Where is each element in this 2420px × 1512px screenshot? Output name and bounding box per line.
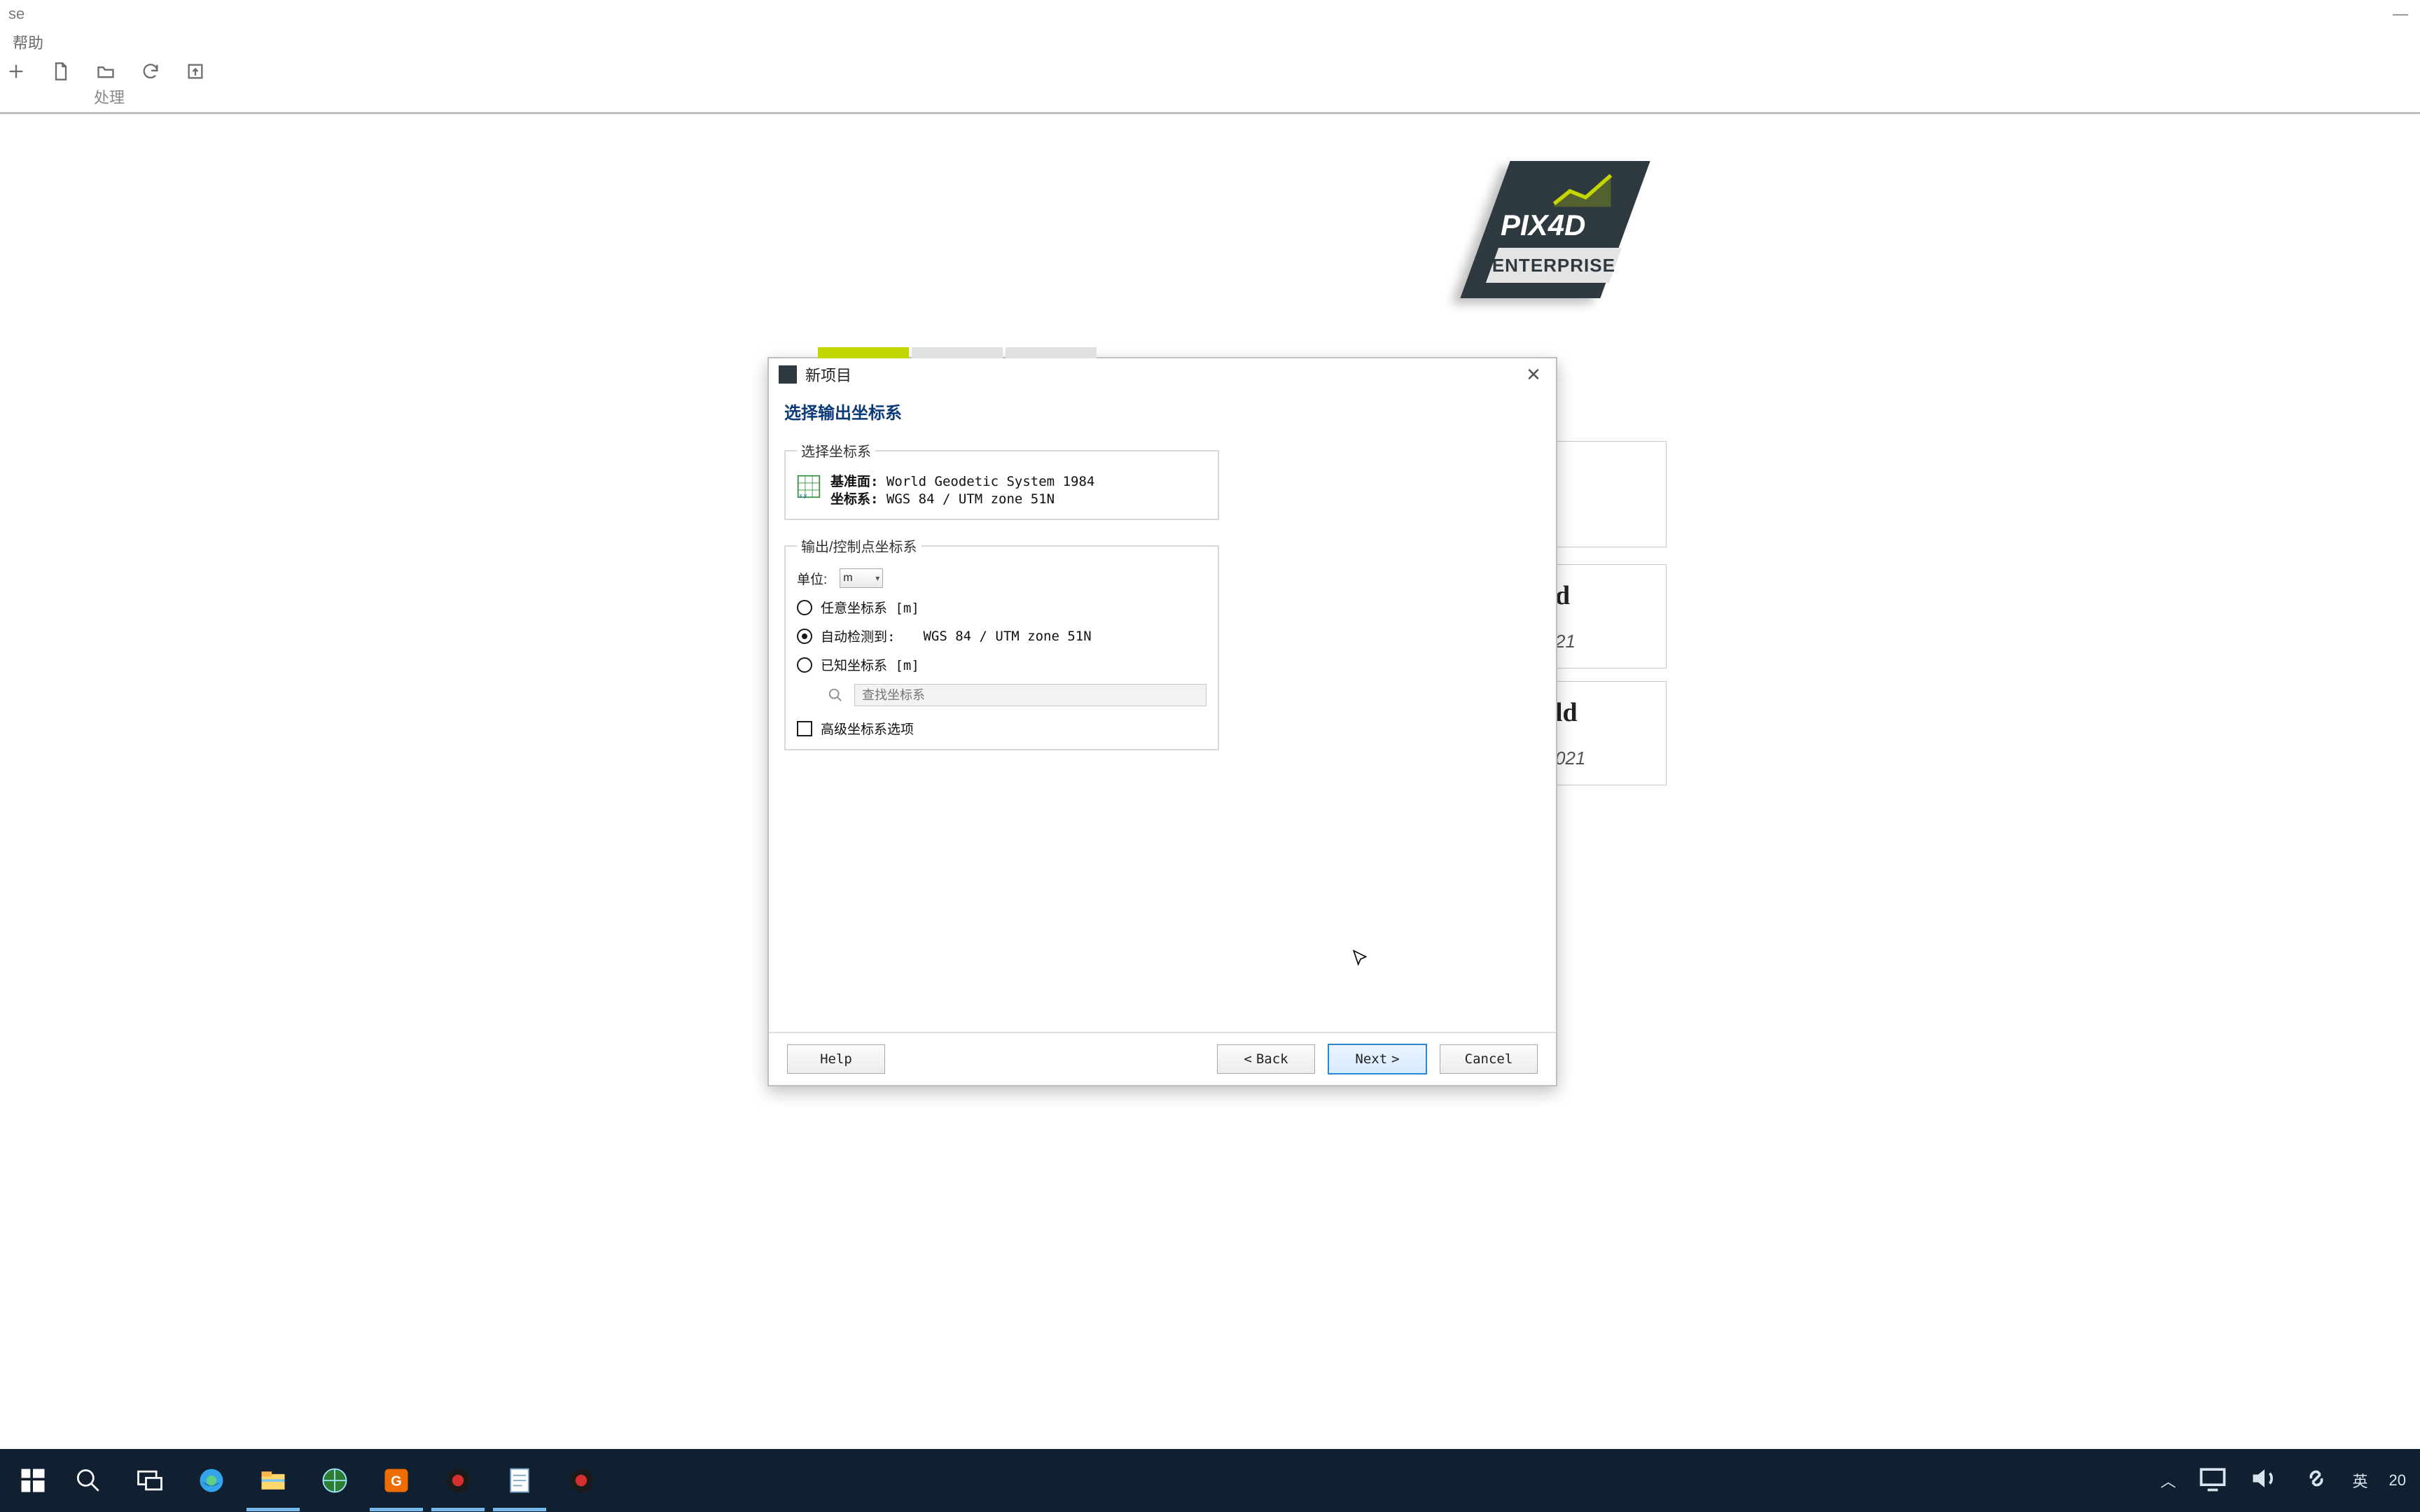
- group-selected-cs-legend: 选择坐标系: [797, 440, 875, 461]
- ime-mode: 英: [2353, 1469, 2368, 1492]
- menubar: 帮助: [0, 28, 2420, 56]
- cs-value: WGS 84 / UTM zone 51N: [886, 491, 1055, 507]
- document-icon[interactable]: [49, 59, 73, 83]
- task-record-app-1[interactable]: [427, 1450, 489, 1511]
- svg-text:G: G: [391, 1474, 402, 1489]
- tab-process[interactable]: 处理: [81, 85, 137, 112]
- cursor-icon: [1351, 949, 1370, 967]
- dialog-title: 新项目: [805, 363, 851, 386]
- new-project-dialog: 新项目 ✕ 选择输出坐标系 选择坐标系 x y: [767, 357, 1557, 1086]
- radio-any-cs[interactable]: 任意坐标系 [m]: [797, 598, 1206, 617]
- unit-value: m: [843, 572, 852, 584]
- wizard-step: [1006, 347, 1097, 358]
- titlebar: se —: [0, 0, 2420, 28]
- taskbar: G ︿ 英 20: [0, 1449, 2420, 1512]
- toolbar: [0, 56, 2420, 87]
- radio-any-label: 任意坐标系 [m]: [821, 598, 919, 617]
- close-button[interactable]: ✕: [1521, 362, 1546, 387]
- tray-volume-icon[interactable]: [2249, 1463, 2280, 1498]
- dialog-body: 选择输出坐标系 选择坐标系 x y 基准面:: [769, 391, 1556, 1032]
- search-cs-input: [854, 684, 1206, 706]
- cancel-button-label: Cancel: [1465, 1051, 1513, 1067]
- task-taskview[interactable]: [119, 1450, 181, 1511]
- wizard-step-done: [818, 347, 909, 358]
- chevron-right-icon: >: [1391, 1051, 1399, 1067]
- group-selected-cs: 选择坐标系 x y 基准面: World Geodetic Sy: [784, 440, 1219, 520]
- task-search[interactable]: [57, 1450, 119, 1511]
- dialog-app-icon: [779, 365, 797, 384]
- tray-network-icon[interactable]: [2197, 1463, 2228, 1498]
- tray-link-icon[interactable]: [2301, 1463, 2332, 1498]
- brand-edition: ENTERPRISE: [1492, 255, 1615, 276]
- chevron-down-icon: ▾: [875, 573, 879, 583]
- brand-name: PIX4D: [1501, 209, 1585, 242]
- next-button-label: Next: [1355, 1051, 1387, 1067]
- radio-known-cs[interactable]: 已知坐标系 [m]: [797, 655, 1206, 674]
- group-output-cs-legend: 输出/控制点坐标系: [797, 536, 922, 556]
- unit-label: 单位:: [797, 569, 827, 588]
- group-output-cs: 输出/控制点坐标系 单位: m ▾ 任意坐标系 [m] 自动检测到: WGS 8…: [784, 536, 1219, 750]
- start-button[interactable]: [8, 1456, 57, 1505]
- recent-project-item[interactable]: d 21: [1548, 564, 1667, 668]
- tray-chevron-up-icon[interactable]: ︿: [2160, 1469, 2176, 1492]
- radio-icon: [797, 629, 812, 644]
- brand-chart-icon: [1551, 172, 1614, 210]
- radio-auto-label: 自动检测到:: [821, 626, 895, 645]
- chevron-left-icon: <: [1244, 1051, 1251, 1067]
- svg-text:x y: x y: [799, 491, 807, 498]
- menu-help[interactable]: 帮助: [13, 31, 43, 53]
- minimize-button[interactable]: —: [2386, 5, 2414, 23]
- folder-open-icon[interactable]: [94, 59, 118, 83]
- radio-icon: [797, 600, 812, 615]
- wizard-progress: [818, 347, 1097, 358]
- task-record-app-2[interactable]: [550, 1450, 612, 1511]
- search-icon: [826, 686, 844, 704]
- recent-project-date: 021: [1555, 748, 1659, 769]
- radio-icon: [797, 657, 812, 673]
- help-button[interactable]: Help: [787, 1044, 885, 1074]
- task-notepad[interactable]: [489, 1450, 550, 1511]
- radio-auto-value: WGS 84 / UTM zone 51N: [923, 629, 1091, 644]
- recent-project-date: 21: [1555, 631, 1659, 652]
- app-title: se: [6, 5, 25, 23]
- checkbox-advanced[interactable]: 高级坐标系选项: [797, 719, 1206, 738]
- brand-badge: PIX4D ENTERPRISE: [1467, 157, 1627, 297]
- task-edge[interactable]: [181, 1450, 242, 1511]
- recent-project-title: d: [1555, 580, 1659, 611]
- dialog-heading: 选择输出坐标系: [784, 399, 1541, 424]
- checkbox-icon: [797, 721, 812, 736]
- ribbon-tabs: 处理: [0, 87, 2420, 114]
- next-button[interactable]: Next >: [1328, 1044, 1427, 1074]
- export-icon[interactable]: [183, 59, 207, 83]
- dialog-footer: Help < Back Next > Cancel: [769, 1032, 1556, 1085]
- new-project-icon[interactable]: [4, 59, 28, 83]
- radio-auto-cs[interactable]: 自动检测到: WGS 84 / UTM zone 51N: [797, 626, 1206, 645]
- recent-projects-partial: d 21 ld 021: [1548, 441, 1667, 798]
- unit-select[interactable]: m ▾: [840, 568, 883, 588]
- cs-label: 坐标系:: [830, 491, 878, 507]
- back-button-label: Back: [1256, 1051, 1288, 1067]
- recent-project-item[interactable]: ld 021: [1548, 681, 1667, 785]
- task-orange-app[interactable]: G: [366, 1450, 427, 1511]
- cancel-button[interactable]: Cancel: [1440, 1044, 1538, 1074]
- tray-ime[interactable]: 英: [2353, 1469, 2368, 1492]
- dialog-titlebar: 新项目 ✕: [769, 358, 1556, 391]
- radio-known-label: 已知坐标系 [m]: [821, 655, 919, 674]
- window-controls: —: [2386, 5, 2414, 23]
- datum-value: World Geodetic System 1984: [886, 474, 1094, 489]
- wizard-step: [912, 347, 1003, 358]
- recent-project-title: ld: [1555, 697, 1659, 728]
- coordinate-system-icon: x y: [797, 475, 821, 498]
- advanced-label: 高级坐标系选项: [821, 719, 914, 738]
- datum-label: 基准面:: [830, 474, 878, 489]
- refresh-icon[interactable]: [139, 59, 162, 83]
- selected-cs-text: 基准面: World Geodetic System 1984 坐标系: WGS…: [830, 473, 1094, 507]
- task-globe-app[interactable]: [304, 1450, 366, 1511]
- help-button-label: Help: [820, 1051, 852, 1067]
- back-button[interactable]: < Back: [1217, 1044, 1315, 1074]
- system-tray: ︿ 英 20: [2160, 1463, 2412, 1498]
- recent-projects-box: [1548, 441, 1667, 547]
- task-file-explorer[interactable]: [242, 1450, 304, 1511]
- tray-clock[interactable]: 20: [2389, 1471, 2406, 1490]
